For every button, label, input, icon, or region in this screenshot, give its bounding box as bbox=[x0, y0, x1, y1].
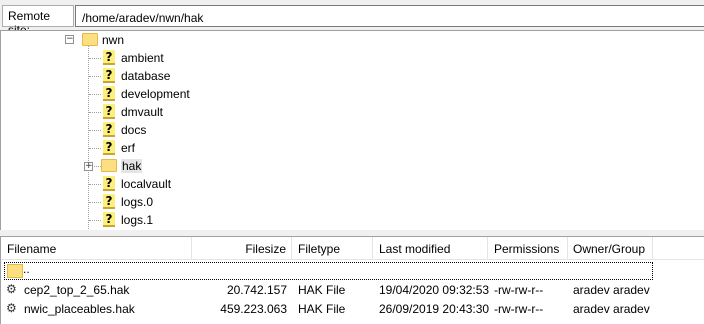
folder-icon bbox=[7, 264, 23, 278]
unknown-folder-icon: ? bbox=[103, 86, 115, 101]
owner-cell: aradev aradev bbox=[573, 302, 650, 316]
permissions-cell: -rw-rw-r-- bbox=[494, 283, 544, 297]
column-header-filesize[interactable]: Filesize bbox=[192, 237, 292, 260]
unknown-folder-icon: ? bbox=[103, 194, 115, 209]
tree-item-label: logs.0 bbox=[121, 195, 154, 209]
unknown-folder-icon: ? bbox=[103, 140, 115, 155]
table-row[interactable]: ⚙ nwic_placeables.hak 459.223.063 HAK Fi… bbox=[1, 299, 704, 319]
tree-item-ambient[interactable]: ? ambient bbox=[1, 49, 301, 67]
tree-connector bbox=[89, 202, 101, 203]
unknown-folder-icon: ? bbox=[103, 176, 115, 191]
modified-cell: 26/09/2019 20:43:30 bbox=[379, 302, 490, 316]
tree-item-label: dmvault bbox=[121, 105, 164, 119]
folder-icon bbox=[82, 33, 98, 46]
filesize-cell: 20.742.157 bbox=[226, 283, 287, 297]
remote-directory-tree[interactable]: − nwn ? ambient ? database ? development… bbox=[0, 30, 704, 230]
column-header-filename[interactable]: Filename bbox=[1, 237, 192, 260]
filesize-cell: 459.223.063 bbox=[220, 302, 287, 316]
tree-connector bbox=[89, 130, 101, 131]
tree-item-erf[interactable]: ? erf bbox=[1, 139, 301, 157]
owner-cell: aradev aradev bbox=[573, 283, 650, 297]
tree-item-development[interactable]: ? development bbox=[1, 85, 301, 103]
tree-item-localvault[interactable]: ? localvault bbox=[1, 175, 301, 193]
column-header-owner-group[interactable]: Owner/Group bbox=[568, 237, 653, 260]
column-header-last-modified[interactable]: Last modified bbox=[373, 237, 488, 260]
tree-item-label: ambient bbox=[121, 51, 164, 65]
tree-connector bbox=[89, 94, 101, 95]
unknown-folder-icon: ? bbox=[103, 50, 115, 65]
tree-connector bbox=[89, 112, 101, 113]
filename-cell: nwic_placeables.hak bbox=[24, 302, 135, 316]
file-list-header: Filename Filesize Filetype Last modified… bbox=[1, 237, 704, 260]
tree-connector bbox=[89, 184, 101, 185]
unknown-folder-icon: ? bbox=[103, 68, 115, 83]
table-row[interactable]: ⚙ cep2_top_2_65.hak 20.742.157 HAK File … bbox=[1, 280, 704, 300]
hak-file-icon: ⚙ bbox=[6, 282, 17, 296]
tree-item-label: erf bbox=[121, 141, 136, 155]
unknown-folder-icon: ? bbox=[103, 104, 115, 119]
unknown-folder-icon: ? bbox=[103, 122, 115, 137]
folder-icon bbox=[101, 159, 117, 172]
focus-rect bbox=[4, 262, 653, 280]
tree-connector bbox=[89, 76, 101, 77]
remote-site-label: Remote site: bbox=[2, 5, 74, 37]
filename-cell: .. bbox=[23, 262, 30, 276]
modified-cell: 19/04/2020 09:32:53 bbox=[379, 283, 490, 297]
tree-item-hak[interactable]: + hak bbox=[1, 157, 301, 175]
filetype-cell: HAK File bbox=[298, 302, 346, 316]
column-header-filetype[interactable]: Filetype bbox=[292, 237, 373, 260]
remote-path-input[interactable] bbox=[75, 5, 704, 27]
collapse-icon[interactable]: − bbox=[65, 35, 74, 44]
tree-connector bbox=[89, 148, 101, 149]
table-row-parent[interactable]: .. bbox=[1, 261, 704, 281]
tree-item-label: localvault bbox=[121, 177, 172, 191]
tree-item-label: nwn bbox=[102, 33, 125, 47]
unknown-folder-icon: ? bbox=[103, 212, 115, 227]
tree-connector bbox=[89, 58, 101, 59]
tree-connector bbox=[89, 220, 101, 221]
tree-item-label: logs.1 bbox=[121, 213, 154, 227]
tree-item-logs0[interactable]: ? logs.0 bbox=[1, 193, 301, 211]
tree-item-logs1[interactable]: ? logs.1 bbox=[1, 211, 301, 229]
permissions-cell: -rw-rw-r-- bbox=[494, 302, 544, 316]
tree-item-dmvault[interactable]: ? dmvault bbox=[1, 103, 301, 121]
column-header-permissions[interactable]: Permissions bbox=[488, 237, 568, 260]
tree-item-label: docs bbox=[121, 123, 147, 137]
filename-cell: cep2_top_2_65.hak bbox=[24, 283, 130, 297]
tree-item-docs[interactable]: ? docs bbox=[1, 121, 301, 139]
filetype-cell: HAK File bbox=[298, 283, 346, 297]
hak-file-icon: ⚙ bbox=[6, 301, 17, 315]
remote-file-list[interactable]: Filename Filesize Filetype Last modified… bbox=[0, 236, 704, 324]
expand-icon[interactable]: + bbox=[84, 162, 93, 171]
tree-item-database[interactable]: ? database bbox=[1, 67, 301, 85]
tree-item-label: development bbox=[121, 87, 190, 101]
tree-item-nwn[interactable]: − nwn bbox=[65, 31, 265, 49]
tree-item-label: hak bbox=[121, 159, 143, 173]
tree-item-label: database bbox=[121, 69, 171, 83]
remote-site-bar: Remote site: bbox=[0, 0, 704, 37]
